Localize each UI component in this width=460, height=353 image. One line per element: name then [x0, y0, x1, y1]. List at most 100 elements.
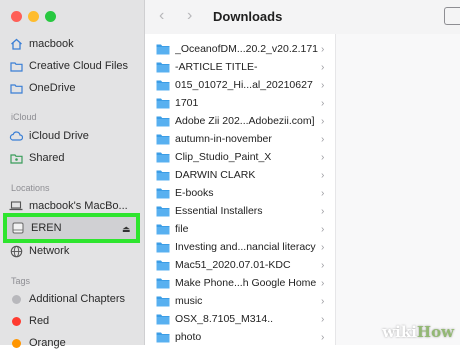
chevron-right-icon: ›: [321, 79, 325, 91]
sidebar-item-label: macbook: [29, 38, 74, 50]
file-list: _OceanofDM...20.2_v20.2.171 › -ARTICLE TIT…: [145, 34, 335, 345]
chevron-right-icon: ›: [321, 169, 325, 181]
section-header-icloud: iCloud: [11, 112, 37, 122]
folder-name: Adobe Zii 202...Adobezii.com]: [175, 115, 315, 127]
sidebar-item-tag-additional-chapters[interactable]: Additional Chapters: [9, 289, 125, 309]
sidebar-item-network[interactable]: Network: [9, 241, 69, 261]
chevron-right-icon: ›: [321, 43, 325, 55]
folder-icon: [156, 277, 170, 289]
folder-icon: [156, 61, 170, 73]
sidebar-item-label: macbook's MacBo...: [29, 200, 128, 212]
folder-row[interactable]: 015_01072_Hi...al_20210627 ›: [145, 75, 335, 95]
folder-row[interactable]: Mac51_2020.07.01-KDC ›: [145, 255, 335, 275]
close-window-button[interactable]: [11, 11, 22, 22]
folder-row[interactable]: photo ›: [145, 327, 335, 347]
back-button[interactable]: ‹: [159, 7, 164, 25]
section-header-tags: Tags: [11, 276, 31, 286]
chevron-right-icon: ›: [321, 205, 325, 217]
eject-icon[interactable]: ⏏: [122, 224, 131, 235]
view-options-button[interactable]: [444, 7, 460, 25]
folder-name: _OceanofDM...20.2_v20.2.171: [175, 43, 319, 55]
chevron-right-icon: ›: [321, 97, 325, 109]
folder-name: OSX_8.7105_M314..: [175, 313, 274, 325]
chevron-right-icon: ›: [321, 277, 325, 289]
folder-name: file: [175, 223, 189, 235]
chevron-right-icon: ›: [321, 115, 325, 127]
sidebar-item-onedrive[interactable]: OneDrive: [9, 78, 75, 98]
sidebar-item-macbook[interactable]: macbook: [9, 34, 74, 54]
toolbar: ‹ › Downloads: [145, 0, 460, 35]
chevron-right-icon: ›: [321, 133, 325, 145]
chevron-right-icon: ›: [321, 259, 325, 271]
chevron-right-icon: ›: [321, 151, 325, 163]
folder-name: -ARTICLE TITLE-: [175, 61, 258, 73]
folder-row[interactable]: Make Phone...h Google Home ›: [145, 273, 335, 293]
chevron-right-icon: ›: [321, 61, 325, 73]
folder-row[interactable]: music ›: [145, 291, 335, 311]
home-icon: [9, 37, 23, 51]
folder-row[interactable]: Essential Installers ›: [145, 201, 335, 221]
folder-row[interactable]: E-books ›: [145, 183, 335, 203]
sidebar-item-label: Orange: [29, 337, 66, 349]
folder-icon: [9, 59, 23, 73]
sidebar-item-label: EREN: [31, 222, 62, 234]
folder-name: Make Phone...h Google Home: [175, 277, 317, 289]
laptop-icon: [9, 199, 23, 213]
sidebar-item-tag-orange[interactable]: Orange: [9, 333, 66, 353]
tag-dot-icon: [9, 314, 23, 328]
folder-name: DARWIN CLARK: [175, 169, 256, 181]
preview-column: [335, 34, 460, 345]
folder-icon: [156, 313, 170, 325]
sidebar-item-label: Additional Chapters: [29, 293, 126, 305]
chevron-right-icon: ›: [321, 223, 325, 235]
wikihow-watermark: wikiHow: [382, 323, 454, 341]
folder-row[interactable]: Adobe Zii 202...Adobezii.com] ›: [145, 111, 335, 131]
globe-icon: [9, 244, 23, 258]
zoom-window-button[interactable]: [45, 11, 56, 22]
folder-icon: [156, 151, 170, 163]
folder-icon: [156, 43, 170, 55]
folder-icon: [156, 97, 170, 109]
folder-row[interactable]: _OceanofDM...20.2_v20.2.171 ›: [145, 39, 335, 59]
folder-icon: [156, 205, 170, 217]
sidebar-item-creative-cloud-files[interactable]: Creative Cloud Files: [9, 56, 128, 76]
window-controls: [11, 11, 56, 22]
folder-row[interactable]: OSX_8.7105_M314.. ›: [145, 309, 335, 329]
sidebar-item-eren[interactable]: EREN: [11, 218, 62, 238]
forward-button[interactable]: ›: [187, 7, 192, 25]
folder-row[interactable]: -ARTICLE TITLE- ›: [145, 57, 335, 77]
folder-row[interactable]: 1701 ›: [145, 93, 335, 113]
sidebar-item-tag-red[interactable]: Red: [9, 311, 49, 331]
chevron-right-icon: ›: [321, 331, 325, 343]
folder-icon: [156, 259, 170, 271]
sidebar-item-shared[interactable]: Shared: [9, 148, 64, 168]
section-header-locations: Locations: [11, 183, 50, 193]
folder-name: Clip_Studio_Paint_X: [175, 151, 272, 163]
folder-icon: [156, 187, 170, 199]
folder-icon: [9, 81, 23, 95]
cloud-icon: [9, 129, 23, 143]
chevron-right-icon: ›: [321, 241, 325, 253]
folder-row[interactable]: file ›: [145, 219, 335, 239]
folder-name: music: [175, 295, 203, 307]
chevron-right-icon: ›: [321, 313, 325, 325]
sidebar-item-icloud-drive[interactable]: iCloud Drive: [9, 126, 89, 146]
watermark-wiki: wiki: [382, 323, 417, 341]
minimize-window-button[interactable]: [28, 11, 39, 22]
folder-icon: [156, 241, 170, 253]
sidebar-item-label: OneDrive: [29, 82, 76, 94]
watermark-how: How: [416, 323, 454, 341]
drive-icon: [11, 221, 25, 235]
folder-icon: [156, 223, 170, 235]
folder-row[interactable]: Clip_Studio_Paint_X ›: [145, 147, 335, 167]
folder-row[interactable]: autumn-in-november ›: [145, 129, 335, 149]
sidebar-item-label: iCloud Drive: [29, 130, 89, 142]
sidebar-item-label: Red: [29, 315, 50, 327]
folder-row[interactable]: Investing and...nancial literacy ›: [145, 237, 335, 257]
folder-row[interactable]: DARWIN CLARK ›: [145, 165, 335, 185]
window-title: Downloads: [213, 9, 283, 24]
chevron-right-icon: ›: [321, 295, 325, 307]
chevron-right-icon: ›: [321, 187, 325, 199]
sidebar-item-label: Shared: [29, 152, 65, 164]
folder-icon: [156, 79, 170, 91]
